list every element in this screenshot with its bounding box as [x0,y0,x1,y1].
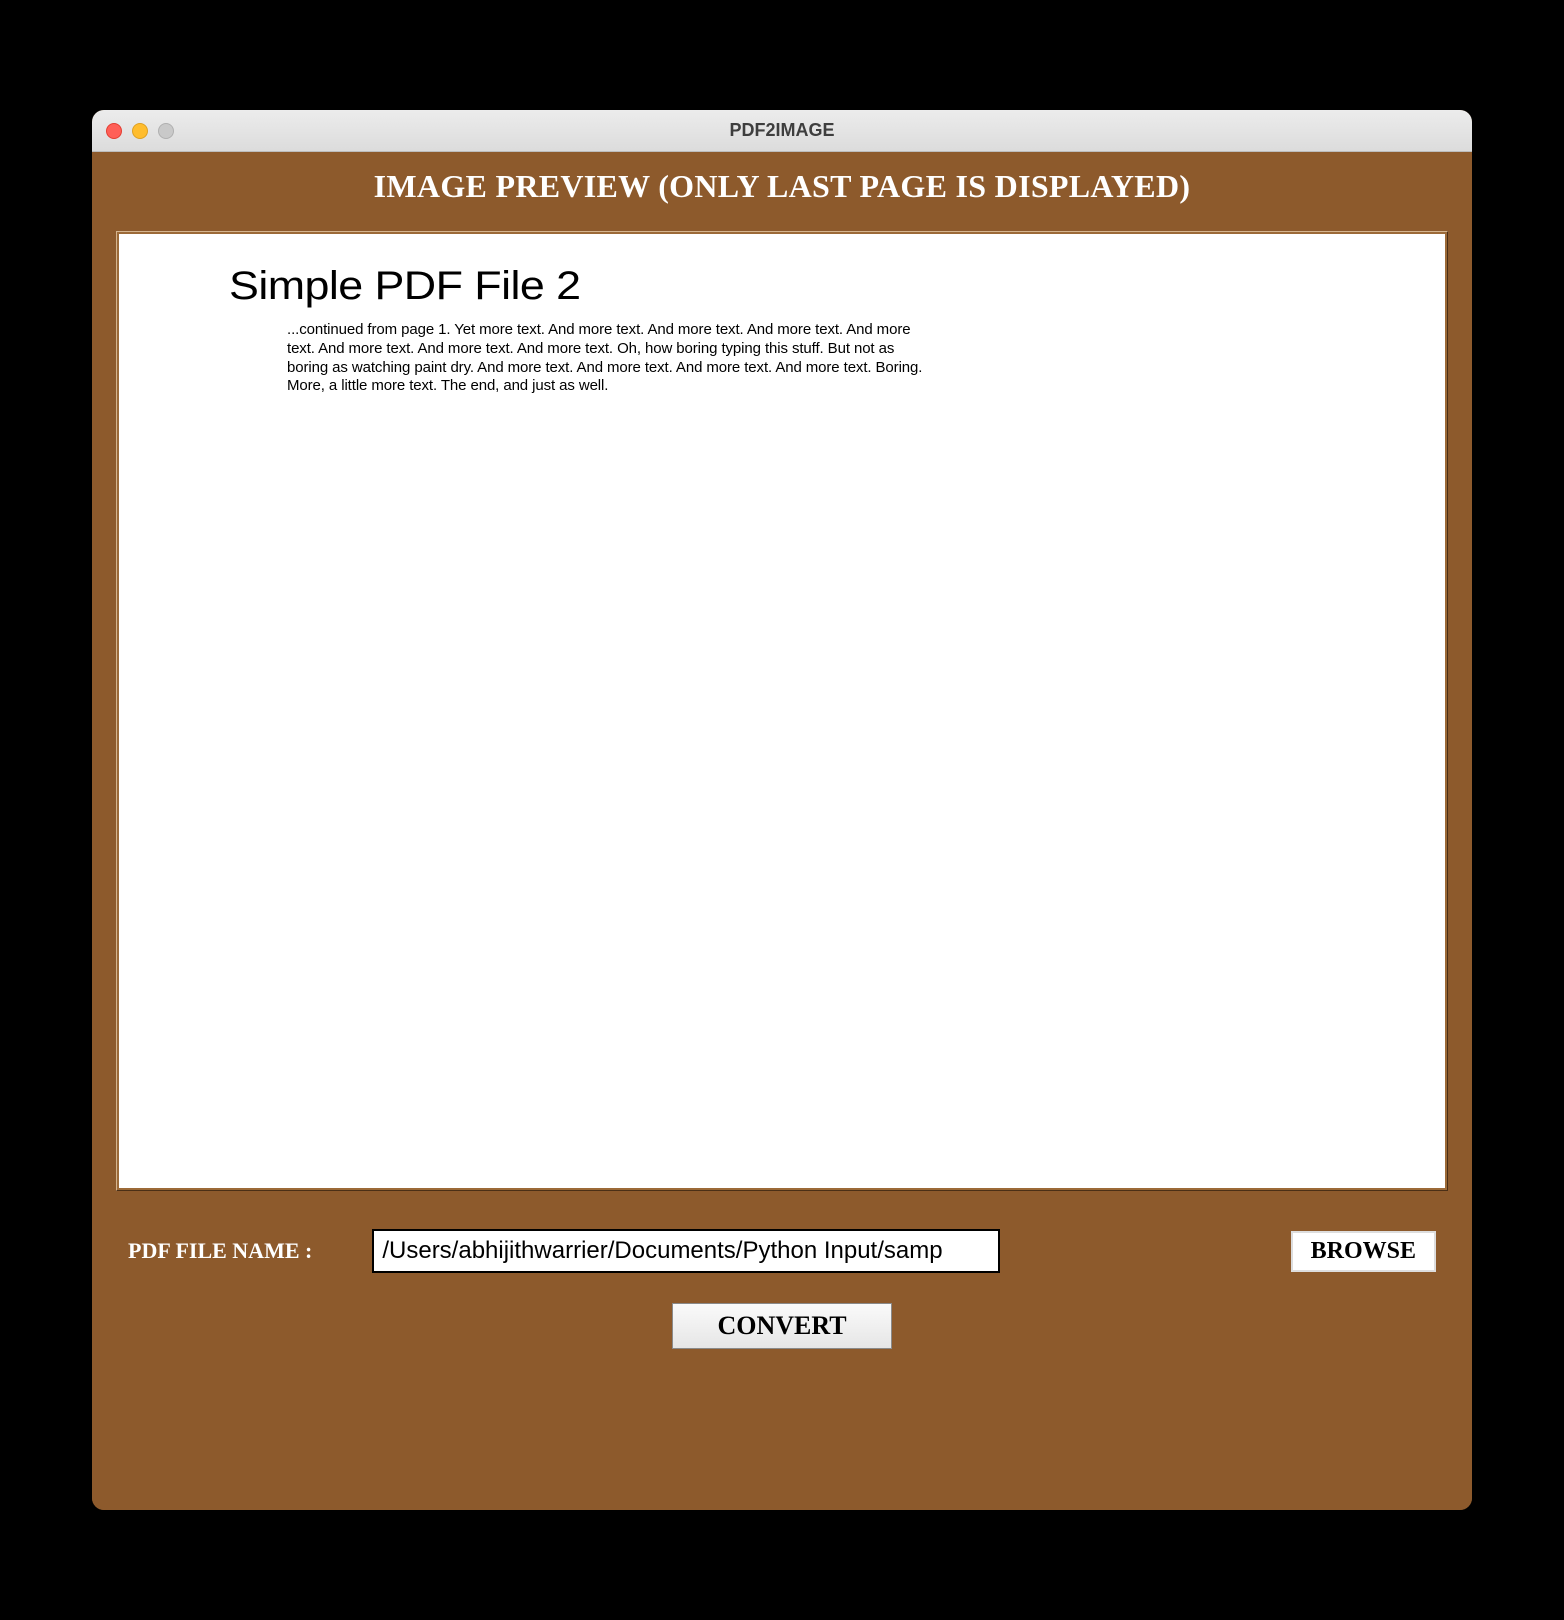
preview-panel: Simple PDF File 2 ...continued from page… [119,234,1445,1188]
window-content: IMAGE PREVIEW (ONLY LAST PAGE IS DISPLAY… [92,152,1472,1510]
convert-row: CONVERT [116,1303,1448,1349]
app-window: PDF2IMAGE IMAGE PREVIEW (ONLY LAST PAGE … [92,110,1472,1510]
preview-heading: IMAGE PREVIEW (ONLY LAST PAGE IS DISPLAY… [116,168,1448,205]
maximize-icon [158,123,174,139]
window-title: PDF2IMAGE [729,120,834,141]
minimize-icon[interactable] [132,123,148,139]
file-path-wrap [372,1229,1000,1273]
file-row: PDF FILE NAME : BROWSE [116,1229,1448,1273]
file-path-input[interactable] [376,1233,996,1269]
traffic-lights [106,123,174,139]
close-icon[interactable] [106,123,122,139]
titlebar: PDF2IMAGE [92,110,1472,152]
preview-frame: Simple PDF File 2 ...continued from page… [116,231,1448,1191]
browse-button[interactable]: BROWSE [1291,1231,1436,1272]
convert-button[interactable]: CONVERT [672,1303,891,1349]
pdf-page-title: Simple PDF File 2 [229,264,1445,309]
file-label: PDF FILE NAME : [128,1238,312,1264]
pdf-page-body: ...continued from page 1. Yet more text.… [287,321,927,396]
